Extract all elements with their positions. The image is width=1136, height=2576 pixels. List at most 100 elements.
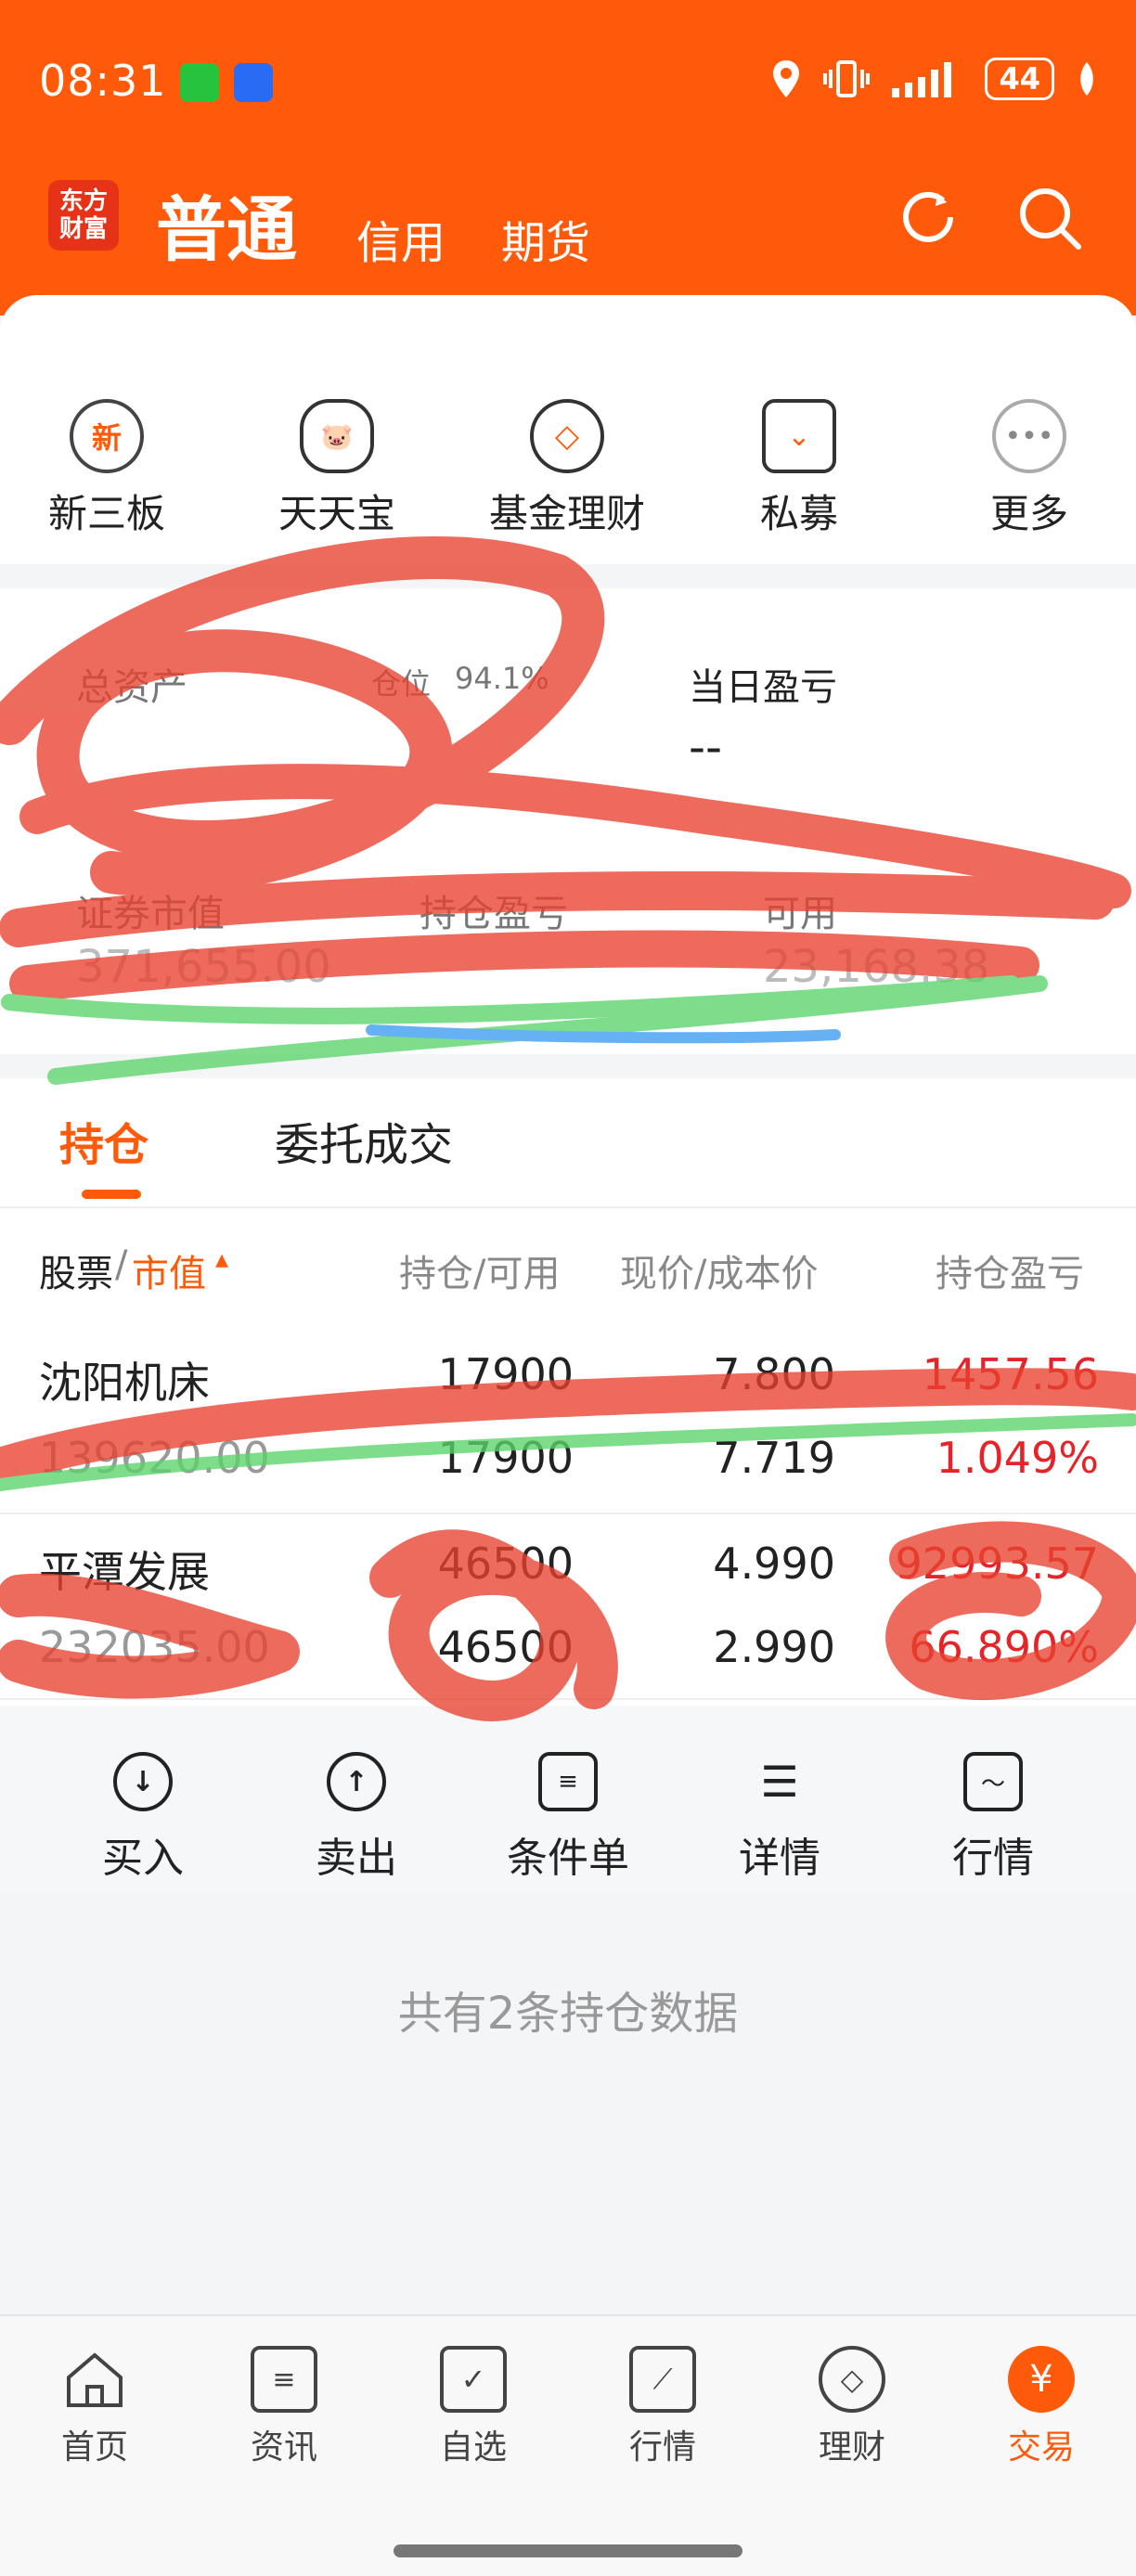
condition-order-icon: ≡ (538, 1752, 598, 1811)
holding-pl-pct: 1.049% (936, 1433, 1099, 1483)
search-icon[interactable] (1013, 182, 1084, 252)
current-price: 7.800 (713, 1349, 835, 1399)
battery-icon: 44 (985, 58, 1054, 100)
nav-watchlist[interactable]: ✓ 自选 (399, 2346, 548, 2468)
action-label: 条件单 (507, 1835, 629, 1882)
buy-button[interactable]: ↓ 买入 (78, 1752, 208, 1884)
app: 08:31 44 东方财富 普通 信用 期货 新 新三板 🐷 天天宝 ◇ 基金理… (0, 0, 1136, 2576)
quick-label: 更多 (989, 491, 1068, 536)
refresh-icon[interactable] (893, 182, 963, 252)
available: 17900 (437, 1433, 574, 1483)
table-header: 股票 / 市值 ▴ 持仓/可用 现价/成本价 持仓盈亏 (0, 1206, 1136, 1331)
holding-pl-label[interactable]: 持仓盈亏 (420, 883, 568, 937)
quick-menu: 新 新三板 🐷 天天宝 ◇ 基金理财 ⌄ 私募 ••• 更多 (0, 399, 1136, 557)
header-position: 持仓/可用 (399, 1253, 561, 1295)
nav-label: 行情 (628, 2428, 696, 2467)
status-time: 08:31 (39, 56, 167, 106)
header-market-value[interactable]: 市值 (132, 1243, 206, 1297)
quick-item-private[interactable]: ⌄ 私募 (711, 399, 887, 539)
quick-item-fund[interactable]: ◇ 基金理财 (479, 399, 655, 539)
daily-pl-value: -- (689, 720, 723, 774)
action-label: 详情 (739, 1835, 820, 1882)
tab-credit[interactable]: 信用 (356, 206, 445, 271)
holding-pl: 1457.56 (922, 1349, 1099, 1399)
divider (0, 564, 1136, 588)
quick-item-more[interactable]: ••• 更多 (941, 399, 1117, 539)
nav-label: 交易 (1007, 2428, 1075, 2467)
tab-indicator (82, 1190, 141, 1199)
stock-name: 平潭发展 (39, 1547, 210, 1597)
available: 46500 (437, 1622, 574, 1672)
divider (0, 1054, 1136, 1078)
piggy-bank-icon: 🐷 (300, 399, 374, 473)
trade-icon: ¥ (1008, 2346, 1075, 2413)
stock-name: 沈阳机床 (39, 1358, 210, 1408)
tab-positions[interactable]: 持仓 (59, 1108, 148, 1173)
header-stock: 股票 (39, 1253, 113, 1295)
quote-icon: 〜 (963, 1752, 1023, 1811)
status-bar: 08:31 44 (0, 0, 1136, 167)
nav-market[interactable]: ⟋ 行情 (588, 2346, 737, 2468)
available-value: 23,168.38 (763, 941, 990, 993)
total-assets-label[interactable]: 总资产 (76, 657, 187, 711)
nav-label: 理财 (818, 2428, 885, 2467)
nav-label: 资讯 (250, 2428, 317, 2467)
gem-icon: ⌄ (762, 399, 836, 473)
details-icon: ☰ (760, 1757, 799, 1807)
nav-wealth[interactable]: ◇ 理财 (778, 2346, 926, 2468)
sell-button[interactable]: ↑ 卖出 (291, 1752, 421, 1884)
bottom-nav: 首页 ≡ 资讯 ✓ 自选 ⟋ 行情 ◇ 理财 ¥ 交易 (0, 2314, 1136, 2576)
nav-news[interactable]: ≡ 资讯 (210, 2346, 358, 2468)
holding: 17900 (437, 1349, 574, 1399)
quick-item-neeq[interactable]: 新 新三板 (19, 399, 195, 539)
details-button[interactable]: ☰ 详情 (715, 1752, 845, 1884)
holding-pl: 92993.57 (895, 1539, 1100, 1589)
sell-icon: ↑ (327, 1752, 386, 1811)
quick-label: 新三板 (47, 491, 165, 536)
header-pl: 持仓盈亏 (936, 1253, 1084, 1295)
quick-label: 天天宝 (278, 491, 395, 536)
status-icons: 44 (769, 58, 1099, 100)
tab-orders[interactable]: 委托成交 (275, 1108, 453, 1173)
diamond-icon: ◇ (530, 399, 604, 473)
market-value-label: 证券市值 (76, 893, 225, 935)
daily-pl-label[interactable]: 当日盈亏 (689, 657, 837, 711)
voice-icon (234, 63, 273, 102)
nav-home[interactable]: 首页 (20, 2346, 169, 2468)
cost-price: 2.990 (713, 1622, 835, 1672)
header-sep: / (115, 1243, 128, 1286)
wechat-icon (180, 63, 219, 102)
vibrate-icon (823, 60, 871, 97)
more-icon: ••• (992, 399, 1066, 473)
home-indicator[interactable] (394, 2544, 742, 2557)
signal-icon (892, 62, 952, 97)
tab-normal[interactable]: 普通 (156, 173, 297, 275)
current-price: 4.990 (713, 1539, 835, 1589)
market-icon: ⟋ (629, 2346, 696, 2413)
position-label: 仓位 (371, 666, 432, 702)
holding: 46500 (437, 1539, 574, 1589)
table-row[interactable]: 沈阳机床 139620.00 17900 17900 7.800 7.719 1… (0, 1331, 1136, 1514)
nav-label: 首页 (60, 2428, 128, 2467)
table-row[interactable]: 平潭发展 232035.00 46500 46500 4.990 2.990 9… (0, 1516, 1136, 1700)
sort-icon[interactable]: ▴ (215, 1243, 228, 1274)
watchlist-icon: ✓ (440, 2346, 507, 2413)
news-icon: ≡ (251, 2346, 317, 2413)
holding-pl-pct: 66.890% (909, 1622, 1099, 1672)
quick-label: 私募 (759, 491, 838, 536)
quick-item-tiantianbao[interactable]: 🐷 天天宝 (249, 399, 425, 539)
new-badge-icon: 新 (70, 399, 144, 473)
condition-order-button[interactable]: ≡ 条件单 (503, 1752, 633, 1884)
header: 08:31 44 东方财富 普通 信用 期货 (0, 0, 1136, 316)
nav-trade[interactable]: ¥ 交易 (967, 2346, 1116, 2468)
position-actions: ↓ 买入 ↑ 卖出 ≡ 条件单 ☰ 详情 〜 行情 (0, 1706, 1136, 1891)
location-icon (773, 60, 800, 97)
position-tabs: 持仓 委托成交 (0, 1095, 1136, 1206)
holdings-count: 共有2条持仓数据 (397, 1988, 739, 2040)
available-label: 可用 (763, 893, 837, 935)
quote-button[interactable]: 〜 行情 (928, 1752, 1058, 1884)
action-label: 买入 (102, 1835, 184, 1882)
tab-futures[interactable]: 期货 (501, 206, 590, 271)
cost-price: 7.719 (713, 1433, 835, 1483)
stock-market-value: 232035.00 (39, 1622, 270, 1672)
